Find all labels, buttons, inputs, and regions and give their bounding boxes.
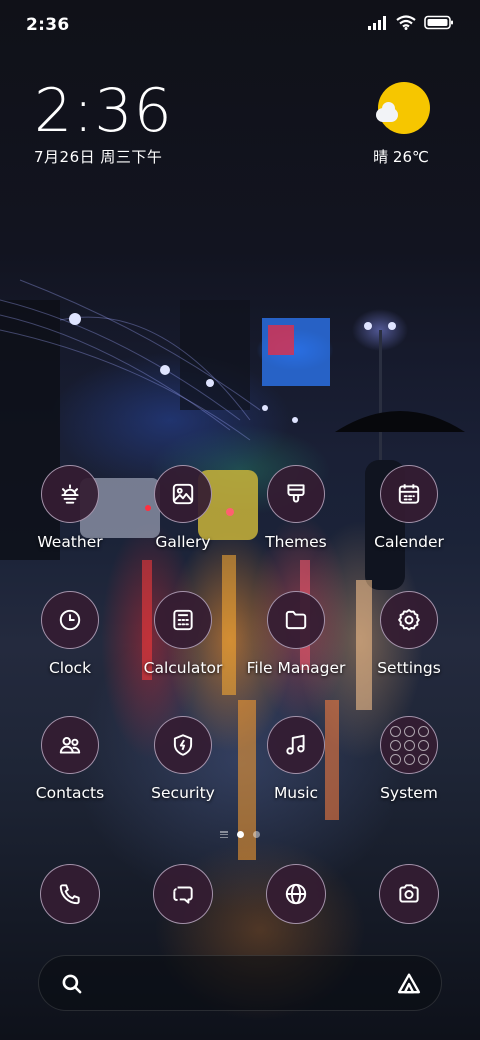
app-label: Music [273, 784, 319, 802]
themes-icon [267, 465, 325, 523]
gear-icon [380, 591, 438, 649]
folder-grid-icon [380, 716, 438, 774]
app-label: Security [151, 784, 215, 802]
search-bar[interactable] [38, 955, 442, 1011]
clock-widget[interactable]: 2:36 7月26日 周三下午 [34, 78, 173, 167]
app-label: Settings [377, 659, 441, 677]
weather-widget[interactable]: 晴 26℃ [364, 82, 444, 167]
weather-summary: 晴 26℃ [373, 148, 429, 166]
app-label: Gallery [155, 533, 211, 551]
globe-icon [266, 864, 326, 924]
weather-icon [41, 465, 99, 523]
page-dot-active [237, 831, 244, 838]
dock-browser[interactable] [266, 864, 326, 924]
page-list-icon [220, 831, 228, 838]
dock-camera[interactable] [379, 864, 439, 924]
phone-icon [40, 864, 100, 924]
app-contacts[interactable]: Contacts [15, 716, 125, 802]
clock-icon [41, 591, 99, 649]
app-calender[interactable]: Calender [354, 465, 464, 551]
app-security[interactable]: Security [128, 716, 238, 802]
app-label: Contacts [35, 784, 105, 802]
shield-icon [154, 716, 212, 774]
dock-messages[interactable] [153, 864, 213, 924]
sun-cloud-icon [376, 82, 430, 134]
message-icon [153, 864, 213, 924]
app-label: System [380, 784, 438, 802]
status-bar: 2:36 [0, 0, 480, 50]
gallery-icon [154, 465, 212, 523]
music-icon [267, 716, 325, 774]
battery-icon [424, 15, 453, 30]
app-label: File Manager [246, 659, 346, 677]
page-dot [253, 831, 260, 838]
widget-date: 7月26日 周三下午 [34, 148, 163, 166]
app-calculator[interactable]: Calculator [128, 591, 238, 677]
status-icons [368, 15, 454, 30]
assistant-icon[interactable] [395, 970, 423, 998]
folder-icon [267, 591, 325, 649]
app-label: Calculator [143, 659, 223, 677]
app-gallery[interactable]: Gallery [128, 465, 238, 551]
app-weather[interactable]: Weather [15, 465, 125, 551]
app-settings[interactable]: Settings [354, 591, 464, 677]
app-file-manager[interactable]: File Manager [241, 591, 351, 677]
app-label: Themes [265, 533, 327, 551]
search-icon[interactable] [59, 971, 85, 997]
app-music[interactable]: Music [241, 716, 351, 802]
app-clock[interactable]: Clock [15, 591, 125, 677]
app-label: Weather [37, 533, 103, 551]
camera-icon [379, 864, 439, 924]
calendar-icon [380, 465, 438, 523]
app-system-folder[interactable]: System [354, 716, 464, 802]
wifi-icon [396, 15, 416, 30]
widget-time: 2:36 [34, 76, 173, 146]
app-label: Clock [48, 659, 92, 677]
app-label: Calender [374, 533, 444, 551]
status-time: 2:36 [26, 15, 70, 35]
dock-phone[interactable] [40, 864, 100, 924]
app-themes[interactable]: Themes [241, 465, 351, 551]
calculator-icon [154, 591, 212, 649]
signal-icon [368, 15, 386, 30]
contacts-icon [41, 716, 99, 774]
page-indicator[interactable] [0, 831, 480, 838]
